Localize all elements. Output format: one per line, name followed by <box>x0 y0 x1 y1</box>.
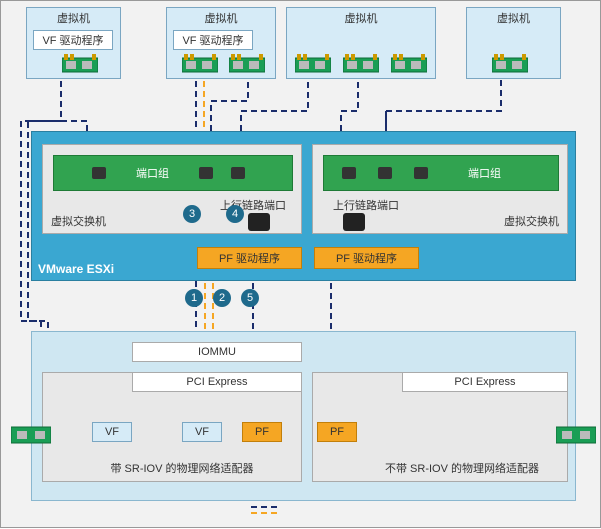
vf-box-1: VF <box>92 422 132 442</box>
vm-label: 虚拟机 <box>27 8 120 28</box>
nic-icon <box>343 52 379 76</box>
legend-control-path <box>251 512 283 514</box>
adapter-nosriov-label: 不带 SR-IOV 的物理网络适配器 <box>367 460 557 476</box>
pf-driver-2: PF 驱动程序 <box>314 247 419 269</box>
step-5: 5 <box>241 289 259 307</box>
uplink-port-icon <box>248 213 270 231</box>
esxi-label: VMware ESXi <box>38 262 114 276</box>
vf-driver-box: VF 驱动程序 <box>33 30 113 50</box>
uplink-label: 上行链路端口 <box>208 197 298 213</box>
legend <box>251 506 283 518</box>
step-4: 4 <box>226 205 244 223</box>
legend-swatch-navy <box>251 506 277 508</box>
legend-data-path <box>251 506 283 508</box>
pcie-box-left: PCI Express <box>132 372 302 392</box>
port-group-1: 端口组 <box>53 155 293 191</box>
nic-icon <box>391 52 427 76</box>
step-2: 2 <box>213 289 231 307</box>
uplink-label: 上行链路端口 <box>321 197 411 213</box>
vswitch-1: 端口组 上行链路端口 虚拟交换机 <box>42 144 302 234</box>
vf-driver-box: VF 驱动程序 <box>173 30 253 50</box>
vm-2: 虚拟机 VF 驱动程序 <box>166 7 276 79</box>
hardware-layer: IOMMU PCI Express VF VF PF 带 SR-IOV 的物理网… <box>31 331 576 501</box>
vm-label: 虚拟机 <box>467 8 560 28</box>
portgroup-label: 端口组 <box>136 165 169 181</box>
vm-label: 虚拟机 <box>167 8 275 28</box>
ethernet-port-icon <box>92 167 106 179</box>
ethernet-port-icon <box>342 167 356 179</box>
vm-1: 虚拟机 VF 驱动程序 <box>26 7 121 79</box>
vm-3: 虚拟机 <box>286 7 436 79</box>
pf-box-1: PF <box>242 422 282 442</box>
adapter-sriov-label: 带 SR-IOV 的物理网络适配器 <box>87 460 277 476</box>
ethernet-port-icon <box>414 167 428 179</box>
step-3: 3 <box>183 205 201 223</box>
nic-icon <box>182 52 218 76</box>
portgroup-label: 端口组 <box>468 165 501 181</box>
pcie-box-right: PCI Express <box>402 372 568 392</box>
vf-box-2: VF <box>182 422 222 442</box>
nic-icon <box>229 52 265 76</box>
uplink-port-icon <box>343 213 365 231</box>
vswitch-2: 端口组 上行链路端口 虚拟交换机 <box>312 144 568 234</box>
ethernet-port-icon <box>199 167 213 179</box>
vm-4: 虚拟机 <box>466 7 561 79</box>
diagram-canvas: 虚拟机 VF 驱动程序 虚拟机 VF 驱动程序 虚拟机 虚拟机 VMware E… <box>0 0 601 528</box>
pf-box-2: PF <box>317 422 357 442</box>
pf-driver-1: PF 驱动程序 <box>197 247 302 269</box>
vswitch-label: 虚拟交换机 <box>504 213 559 229</box>
nic-icon <box>492 52 528 76</box>
adapter-nic-icon-right <box>556 421 596 447</box>
nic-icon <box>295 52 331 76</box>
port-group-2: 端口组 <box>323 155 559 191</box>
ethernet-port-icon <box>231 167 245 179</box>
nic-icon <box>62 52 98 76</box>
ethernet-port-icon <box>378 167 392 179</box>
iommu-box: IOMMU <box>132 342 302 362</box>
esxi-host: VMware ESXi 端口组 上行链路端口 虚拟交换机 端口组 上行链路端口 … <box>31 131 576 281</box>
vswitch-label: 虚拟交换机 <box>51 213 106 229</box>
vm-label: 虚拟机 <box>287 8 435 28</box>
legend-swatch-orange <box>251 512 277 514</box>
step-1: 1 <box>185 289 203 307</box>
adapter-nic-icon-left <box>11 421 51 447</box>
